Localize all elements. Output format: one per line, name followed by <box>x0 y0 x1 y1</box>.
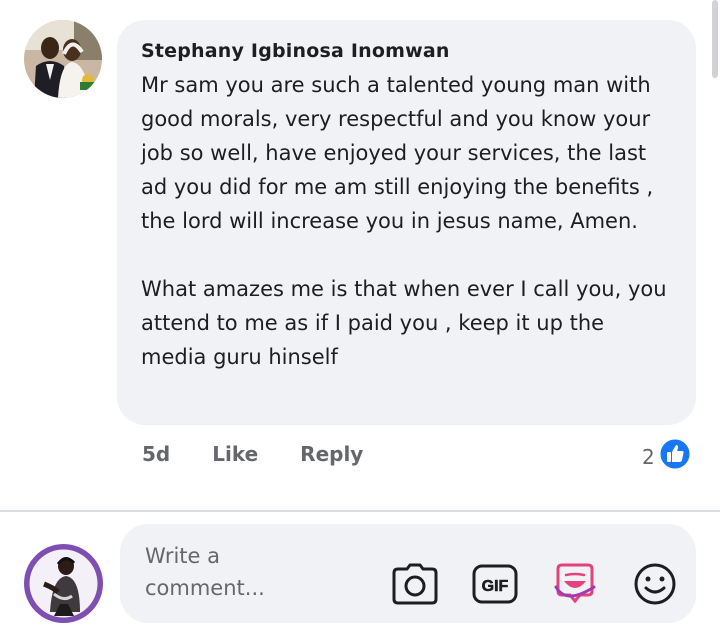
reaction-count: 2 <box>642 444 655 469</box>
current-user-avatar[interactable] <box>24 544 103 623</box>
divider <box>0 510 720 512</box>
like-button[interactable]: Like <box>212 442 258 466</box>
comment-author-name[interactable]: Stephany Igbinosa Inomwan <box>141 40 674 62</box>
comment-bubble: Stephany Igbinosa Inomwan Mr sam you are… <box>117 20 696 425</box>
comment-composer[interactable]: Write a comment... GIF <box>120 524 696 623</box>
gif-icon[interactable]: GIF <box>470 560 520 608</box>
comment-paragraph: Mr sam you are such a talented young man… <box>141 73 654 233</box>
comment-paragraph: What amazes me is that when ever I call … <box>141 277 667 369</box>
commenter-avatar[interactable] <box>24 20 102 98</box>
reply-button[interactable]: Reply <box>300 442 363 466</box>
comment-actions: 5d Like Reply <box>142 440 405 468</box>
comment-timestamp[interactable]: 5d <box>142 442 170 466</box>
camera-icon[interactable] <box>390 560 440 608</box>
comment-text: Mr sam you are such a talented young man… <box>141 68 674 374</box>
emoji-icon[interactable] <box>630 560 680 608</box>
svg-text:GIF: GIF <box>482 578 509 595</box>
reaction-summary[interactable]: 2 <box>642 437 692 476</box>
scrollbar[interactable] <box>712 0 718 78</box>
comment-input[interactable]: Write a comment... <box>145 540 315 604</box>
avatar-sticker-icon[interactable] <box>550 560 600 608</box>
thumbs-up-icon <box>658 437 692 476</box>
